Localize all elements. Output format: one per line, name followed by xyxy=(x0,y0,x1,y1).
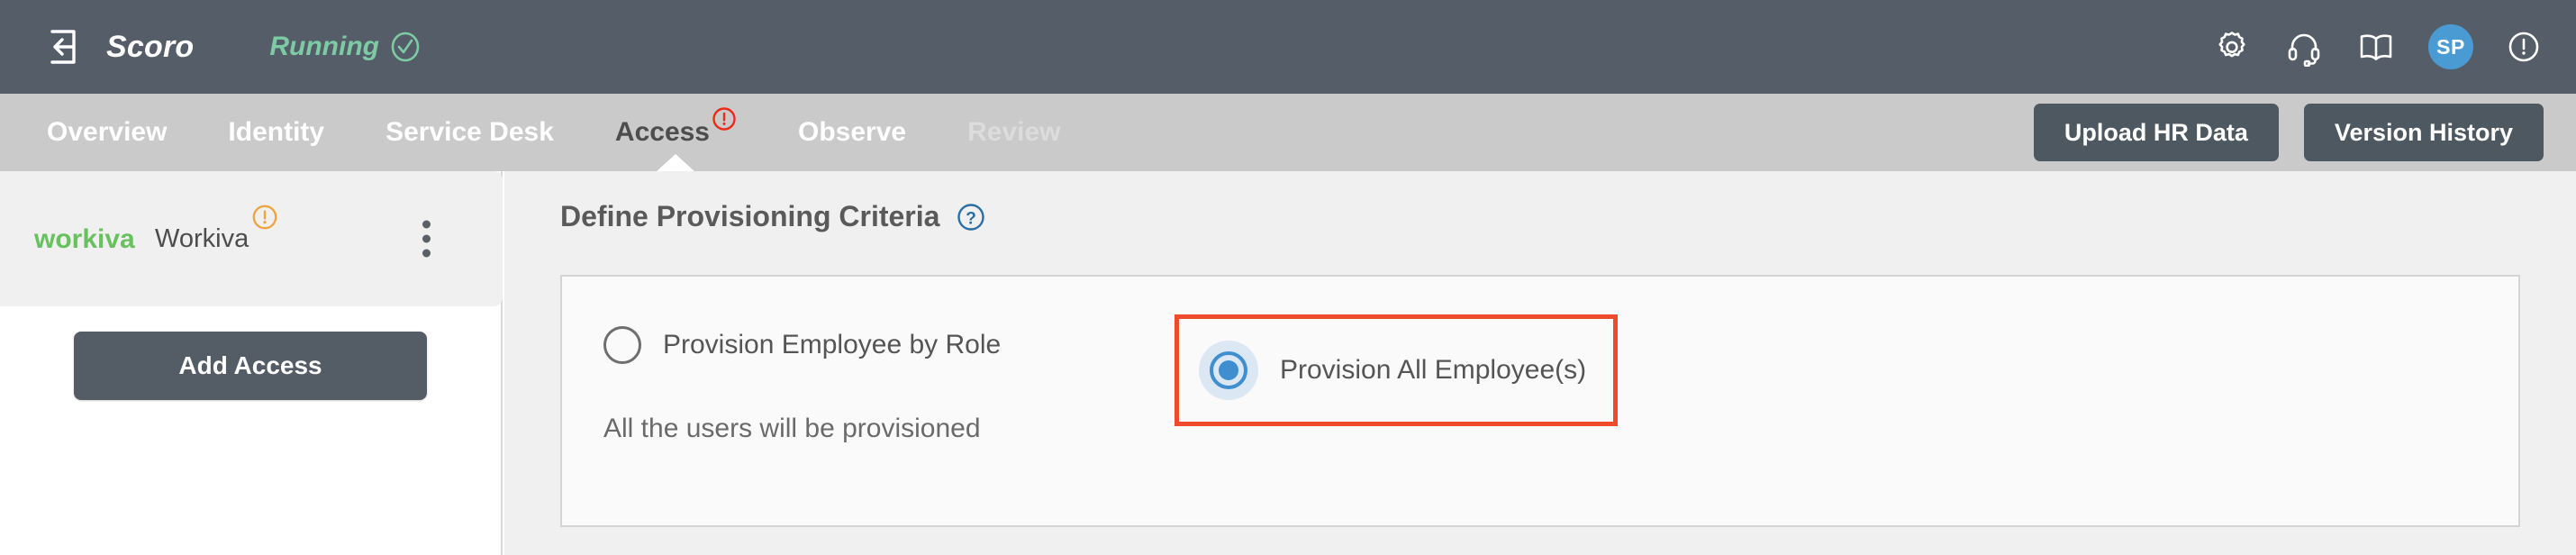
top-bar-actions: SP xyxy=(2212,0,2542,94)
top-bar: Scoro Running SP xyxy=(0,0,2576,94)
page-title: Define Provisioning Criteria xyxy=(560,200,940,232)
main-header: Define Provisioning Criteria ? xyxy=(504,171,2576,233)
add-access-button[interactable]: Add Access xyxy=(74,332,427,400)
radio-provision-all-employees[interactable]: Provision All Employee(s) xyxy=(1175,314,1619,426)
sidebar-item-workiva[interactable]: workiva Workiva xyxy=(0,171,503,306)
exclamation-circle-icon xyxy=(251,204,278,231)
check-circle-icon xyxy=(390,32,421,62)
status-label: Running xyxy=(269,32,379,61)
tab-overview-label: Overview xyxy=(47,117,168,147)
upload-hr-data-button[interactable]: Upload HR Data xyxy=(2033,104,2279,161)
sidebar: workiva Workiva Add Access xyxy=(0,171,503,555)
tab-review: Review xyxy=(967,94,1060,171)
tab-service-desk[interactable]: Service Desk xyxy=(385,94,554,171)
brand-title: Scoro xyxy=(106,29,195,64)
radio-selected-icon xyxy=(1199,341,1258,400)
exit-left-icon[interactable] xyxy=(47,28,85,66)
svg-text:?: ? xyxy=(966,209,977,228)
tab-service-desk-label: Service Desk xyxy=(385,117,554,147)
radio-selected-ring xyxy=(1210,351,1247,389)
tab-observe[interactable]: Observe xyxy=(798,94,906,171)
nav-action-buttons: Upload HR Data Version History xyxy=(2033,94,2544,171)
body-area: workiva Workiva Add Access Define Provis… xyxy=(0,171,2576,555)
status-badge: Running xyxy=(269,32,421,62)
radio-provision-all-employees-label: Provision All Employee(s) xyxy=(1280,355,1587,385)
provisioning-criteria-panel: Provision Employee by Role Provision All… xyxy=(560,275,2520,527)
tab-review-label: Review xyxy=(967,117,1061,147)
active-tab-pointer xyxy=(656,154,696,172)
add-access-container: Add Access xyxy=(0,306,503,400)
radio-selected-dot xyxy=(1219,360,1238,380)
tab-identity-label: Identity xyxy=(228,117,325,147)
exclamation-circle-icon[interactable] xyxy=(2506,29,2542,65)
nav-bar: Overview Identity Service Desk Access Ob… xyxy=(0,94,2576,172)
tab-identity[interactable]: Identity xyxy=(228,94,324,171)
tab-overview[interactable]: Overview xyxy=(47,94,167,171)
gear-icon[interactable] xyxy=(2212,27,2252,67)
kebab-dot xyxy=(422,249,431,258)
alert-badge-icon xyxy=(712,106,737,132)
question-circle-icon[interactable]: ? xyxy=(956,202,986,232)
main-content: Define Provisioning Criteria ? Provision… xyxy=(504,171,2576,555)
headset-icon[interactable] xyxy=(2284,27,2324,68)
top-bar-left: Scoro Running xyxy=(0,28,421,66)
avatar[interactable]: SP xyxy=(2428,24,2473,69)
kebab-dot xyxy=(422,234,431,243)
application-window: Scoro Running SP Overview Identity Servi… xyxy=(0,0,2576,555)
radio-provision-by-role[interactable]: Provision Employee by Role xyxy=(603,326,1001,364)
version-history-button[interactable]: Version History xyxy=(2303,104,2544,161)
radio-unselected-icon xyxy=(603,326,641,364)
tab-observe-label: Observe xyxy=(798,117,907,147)
provisioning-note: All the users will be provisioned xyxy=(603,414,981,443)
svg-text:workiva: workiva xyxy=(34,224,135,254)
book-icon[interactable] xyxy=(2356,27,2396,67)
kebab-menu-icon[interactable] xyxy=(417,215,436,263)
kebab-dot xyxy=(422,220,431,229)
workiva-logo-icon: workiva xyxy=(33,222,135,256)
tab-access[interactable]: Access xyxy=(614,94,737,172)
radio-provision-by-role-label: Provision Employee by Role xyxy=(663,330,1002,359)
sidebar-app-name: Workiva xyxy=(155,223,249,253)
tab-access-label: Access xyxy=(614,117,710,147)
